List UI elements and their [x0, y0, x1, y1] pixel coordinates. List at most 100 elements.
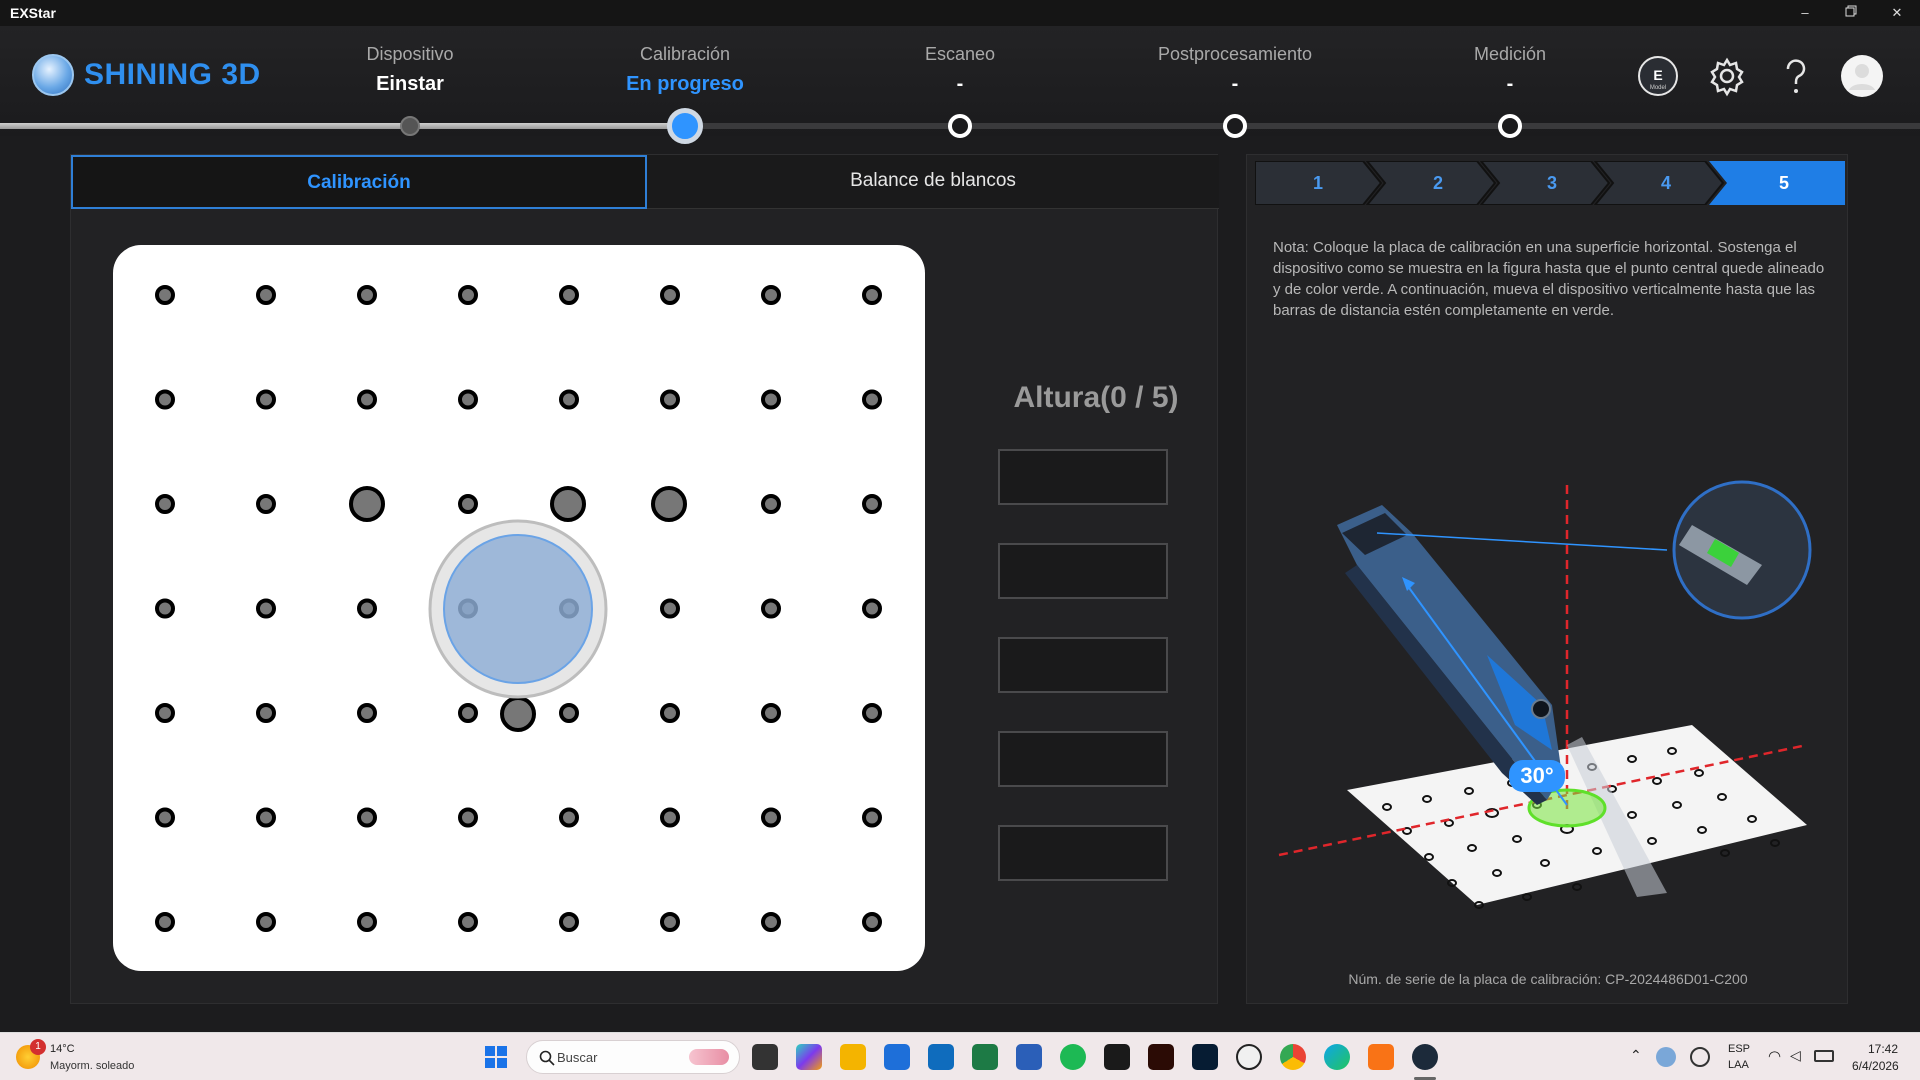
calibration-dot [761, 389, 781, 410]
app-icon[interactable] [1104, 1044, 1130, 1070]
search-icon [539, 1050, 555, 1066]
calibration-dot [357, 598, 377, 619]
calibration-dot [155, 389, 175, 410]
calibration-note: Nota: Coloque la placa de calibración en… [1273, 239, 1825, 319]
wizard-step-4[interactable]: 4 [1609, 161, 1723, 205]
scanner-illustration: 30° [1278, 480, 1812, 909]
wifi-icon[interactable]: ◠ [1768, 1047, 1781, 1065]
calibration-dot [357, 389, 377, 410]
chrome-icon[interactable] [1280, 1044, 1306, 1070]
calibration-dot [458, 807, 478, 828]
chevron-up-icon[interactable]: ⌃ [1630, 1047, 1642, 1064]
chatgpt-icon[interactable] [1236, 1044, 1262, 1070]
minimize-button[interactable]: – [1782, 0, 1828, 26]
start-button[interactable] [484, 1045, 508, 1069]
exstar-icon[interactable] [1412, 1044, 1438, 1070]
language-code[interactable]: ESP [1728, 1043, 1750, 1055]
weather-desc: Mayorm. soleado [50, 1060, 135, 1072]
step-measurement[interactable]: Medición - [1400, 44, 1620, 96]
model-caption: Model [1650, 85, 1666, 91]
task-view-icon[interactable] [752, 1044, 778, 1070]
calibration-dot [559, 807, 579, 828]
step-node-done [400, 116, 420, 136]
tab-calibration[interactable]: Calibración [71, 155, 647, 209]
target-inner-circle [443, 534, 593, 684]
calibration-dot [155, 494, 175, 514]
store-icon[interactable] [884, 1044, 910, 1070]
calibration-dot-grid [155, 285, 882, 932]
illustrator-icon[interactable] [1148, 1044, 1174, 1070]
windows-icon [485, 1046, 507, 1068]
calibration-dot [862, 703, 882, 723]
calibration-dot [660, 703, 680, 723]
header: SHINING 3D Dispositivo Einstar Calibraci… [0, 26, 1920, 144]
calibration-dot [660, 285, 680, 305]
photoshop-icon[interactable] [1192, 1044, 1218, 1070]
step-status: - [1231, 73, 1239, 95]
sync-icon[interactable] [1690, 1047, 1710, 1067]
step-device[interactable]: Dispositivo Einstar [300, 44, 520, 96]
clock-time[interactable]: 17:42 [1868, 1042, 1898, 1056]
taskbar-search[interactable]: Buscar [526, 1040, 740, 1074]
wizard-step-5[interactable]: 5 [1723, 161, 1845, 205]
calibration-dot [660, 598, 680, 619]
step-label: Postprocesamiento [1157, 44, 1313, 64]
progress-track-pending [684, 123, 1920, 129]
wizard-step-2[interactable]: 2 [1381, 161, 1495, 205]
tab-white-balance[interactable]: Balance de blancos [647, 155, 1219, 209]
calibration-dot [761, 494, 781, 514]
calibration-dot [761, 703, 781, 723]
height-bar-4 [998, 731, 1168, 787]
excel-icon[interactable] [972, 1044, 998, 1070]
calibration-dot [862, 389, 882, 410]
logo-globe-icon [32, 54, 74, 96]
avatar-icon [1841, 55, 1883, 97]
search-highlight-icon [689, 1049, 729, 1065]
step-label: Escaneo [924, 44, 996, 64]
copilot-icon[interactable] [796, 1044, 822, 1070]
height-progress-title: Altura(0 / 5) [1013, 381, 1179, 414]
edge-icon[interactable] [1324, 1044, 1350, 1070]
language-layout[interactable]: LAA [1728, 1059, 1749, 1071]
calibration-dot [660, 807, 680, 828]
model-button[interactable]: E Model [1636, 54, 1680, 98]
step-scan[interactable]: Escaneo - [850, 44, 1070, 96]
fusion-icon[interactable] [1368, 1044, 1394, 1070]
outlook-icon[interactable] [928, 1044, 954, 1070]
step-node-active [667, 108, 703, 144]
weather-temp: 14°C [50, 1043, 75, 1055]
calibration-dot [458, 389, 478, 410]
help-button[interactable] [1774, 54, 1818, 98]
battery-icon[interactable] [1814, 1050, 1834, 1062]
restore-button[interactable] [1828, 0, 1874, 26]
wizard-steps: 1 2 3 4 5 [1255, 161, 1845, 205]
wizard-step-1[interactable]: 1 [1255, 161, 1381, 205]
alignment-target [428, 519, 608, 699]
volume-icon[interactable]: ◁ [1790, 1047, 1801, 1064]
calibration-dot [862, 285, 882, 305]
step-calibration[interactable]: Calibración En progreso [575, 44, 795, 96]
file-explorer-icon[interactable] [840, 1044, 866, 1070]
instructions-panel: 1 2 3 4 5 Nota: Coloque la placa de cali… [1246, 154, 1848, 1004]
marker-dot [651, 486, 687, 522]
restore-icon [1845, 5, 1857, 17]
calibration-dot [357, 807, 377, 828]
avatar-button[interactable] [1840, 54, 1884, 98]
marker-dot [550, 486, 586, 522]
step-status: - [956, 73, 964, 95]
clock-date[interactable]: 6/4/2026 [1852, 1059, 1899, 1073]
onedrive-icon[interactable] [1656, 1047, 1676, 1067]
wizard-step-3[interactable]: 3 [1495, 161, 1609, 205]
calibration-dot [155, 285, 175, 305]
settings-button[interactable] [1705, 54, 1749, 98]
calibration-dot [256, 703, 276, 723]
calibration-dot [458, 494, 478, 514]
calibration-dot [256, 807, 276, 828]
step-status: En progreso [626, 73, 744, 95]
marker-dot [349, 486, 385, 522]
spotify-icon[interactable] [1060, 1044, 1086, 1070]
step-postprocessing[interactable]: Postprocesamiento - [1125, 44, 1345, 96]
logo: SHINING 3D [32, 54, 261, 96]
word-icon[interactable] [1016, 1044, 1042, 1070]
close-button[interactable]: ✕ [1874, 0, 1920, 26]
